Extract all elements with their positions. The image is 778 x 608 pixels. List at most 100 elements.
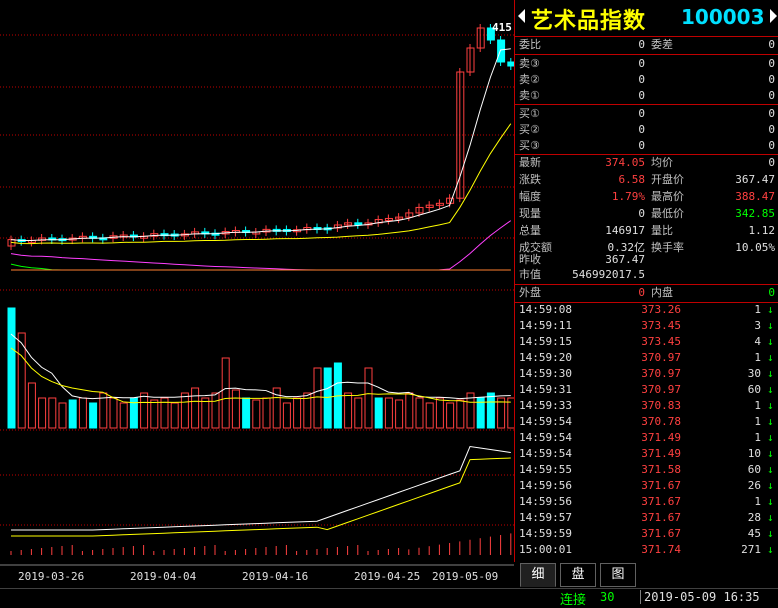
buy-row: 买① 0 0 (515, 106, 778, 122)
volume-bar (89, 402, 98, 429)
tick-row: 14:59:59 371.67 45 ↓ (515, 526, 778, 542)
volume-bar (405, 392, 414, 429)
volume-bar (384, 397, 393, 429)
volume-bar (282, 402, 291, 429)
volume-bar (211, 392, 220, 429)
down-arrow-icon: ↓ (767, 319, 774, 332)
sell-row: 卖③ 0 0 (515, 56, 778, 72)
tick-row: 14:59:57 371.67 28 ↓ (515, 510, 778, 526)
stat-value: 0 (768, 156, 775, 169)
buy-price: 0 (638, 139, 645, 152)
stat-value: 374.05 (605, 156, 645, 169)
stat-label: 开盘价 (651, 173, 684, 186)
tick-time: 14:59:11 (519, 319, 572, 332)
grid-lines (0, 34, 514, 566)
tick-time: 14:59:59 (519, 527, 572, 540)
down-arrow-icon: ↓ (767, 511, 774, 524)
volume-ma10 (10, 347, 511, 404)
tick-volume: 10 (747, 447, 761, 460)
tick-time: 14:59:20 (519, 351, 572, 364)
volume-bar (344, 392, 353, 429)
prev-arrow-icon[interactable] (518, 9, 525, 23)
panel-tabs: 细 盘 图 (514, 562, 778, 588)
buy-label: 买① (519, 107, 540, 120)
tab-pankou[interactable]: 盘 (560, 563, 596, 587)
buy-volume: 0 (768, 107, 775, 120)
tick-price: 371.67 (641, 527, 681, 540)
candles (7, 24, 514, 250)
date-label: 2019-04-04 (130, 570, 197, 583)
buy-label: 买② (519, 123, 540, 136)
volume-bar (68, 399, 77, 429)
tick-volume: 60 (747, 463, 761, 476)
down-arrow-icon: ↓ (767, 351, 774, 364)
index-name: 艺术品指数 (531, 9, 647, 34)
next-arrow-icon[interactable] (770, 9, 777, 23)
down-arrow-icon: ↓ (767, 383, 774, 396)
tick-time: 14:59:54 (519, 415, 572, 428)
volume-bar (48, 397, 57, 429)
down-arrow-icon: ↓ (767, 303, 774, 316)
sell-label: 卖① (519, 89, 540, 102)
tick-price: 370.97 (641, 383, 681, 396)
volume-bar (201, 397, 210, 429)
tick-row: 14:59:33 370.83 1 ↓ (515, 398, 778, 414)
inner-label: 内盘 (651, 286, 673, 299)
volume-bar (456, 399, 465, 429)
tick-row: 14:59:20 370.97 1 ↓ (515, 350, 778, 366)
stat-value: 367.47 (735, 173, 775, 186)
tick-price: 371.58 (641, 463, 681, 476)
down-arrow-icon: ↓ (767, 543, 774, 556)
stat-label: 现量 (519, 207, 541, 220)
connection-status[interactable]: 连接 (560, 589, 586, 608)
tick-volume: 28 (747, 511, 761, 524)
volume-bar (425, 402, 434, 429)
tick-volume: 1 (754, 399, 761, 412)
tick-price: 370.97 (641, 351, 681, 364)
volume-bar (364, 367, 373, 429)
date-label: 2019-04-16 (242, 570, 308, 583)
tick-row: 14:59:56 371.67 1 ↓ (515, 494, 778, 510)
candle-body (354, 222, 363, 226)
ma-line (10, 48, 511, 241)
ma-line (10, 220, 512, 271)
kline-chart[interactable]: 415.41 2019-03-262019-04-042019-04-16201… (0, 0, 514, 588)
down-arrow-icon: ↓ (767, 399, 774, 412)
volume-bar (293, 397, 302, 429)
sell-volume: 0 (768, 73, 775, 86)
volume-ma5 (10, 333, 511, 400)
title-bar: 艺术品指数 100003 (515, 0, 778, 37)
volume-bar (415, 397, 424, 429)
stat-label: 最高价 (651, 190, 684, 203)
stat-value: 1.12 (748, 224, 776, 237)
tick-volume: 271 (741, 543, 761, 556)
volume-bar (140, 392, 149, 429)
tick-row: 14:59:55 371.58 60 ↓ (515, 462, 778, 478)
tab-chart[interactable]: 图 (600, 563, 636, 587)
down-arrow-icon: ↓ (767, 495, 774, 508)
stat-value: 0 (638, 207, 645, 220)
volume-bar (170, 402, 179, 429)
stat-row: 幅度 1.79% 最高价 388.47 (515, 189, 778, 205)
tick-volume: 1 (754, 415, 761, 428)
tick-time: 14:59:31 (519, 383, 572, 396)
down-arrow-icon: ↓ (767, 479, 774, 492)
stat-label: 幅度 (519, 190, 541, 203)
down-arrow-icon: ↓ (767, 335, 774, 348)
stat-row: 最新 374.05 均价 0 (515, 155, 778, 171)
weibi-label: 委比 (519, 38, 541, 51)
sell-volume: 0 (768, 89, 775, 102)
tick-volume: 45 (747, 527, 761, 540)
date-label: 2019-04-25 (354, 570, 420, 583)
tick-price: 371.67 (641, 511, 681, 524)
stat-value: 1.79% (611, 190, 645, 203)
index-code: 100003 (681, 5, 765, 29)
tab-detail[interactable]: 细 (520, 563, 556, 587)
indicator-lines (10, 445, 512, 555)
prev-close-value: 367.47 (605, 253, 645, 266)
tick-row: 14:59:31 370.97 60 ↓ (515, 382, 778, 398)
status-bar: 连接 30 2019-05-09 16:35 (0, 588, 778, 608)
indicator-line-2 (11, 457, 511, 537)
tick-row: 14:59:56 371.67 26 ↓ (515, 478, 778, 494)
prev-close-row: 昨收 367.47 (515, 252, 778, 268)
